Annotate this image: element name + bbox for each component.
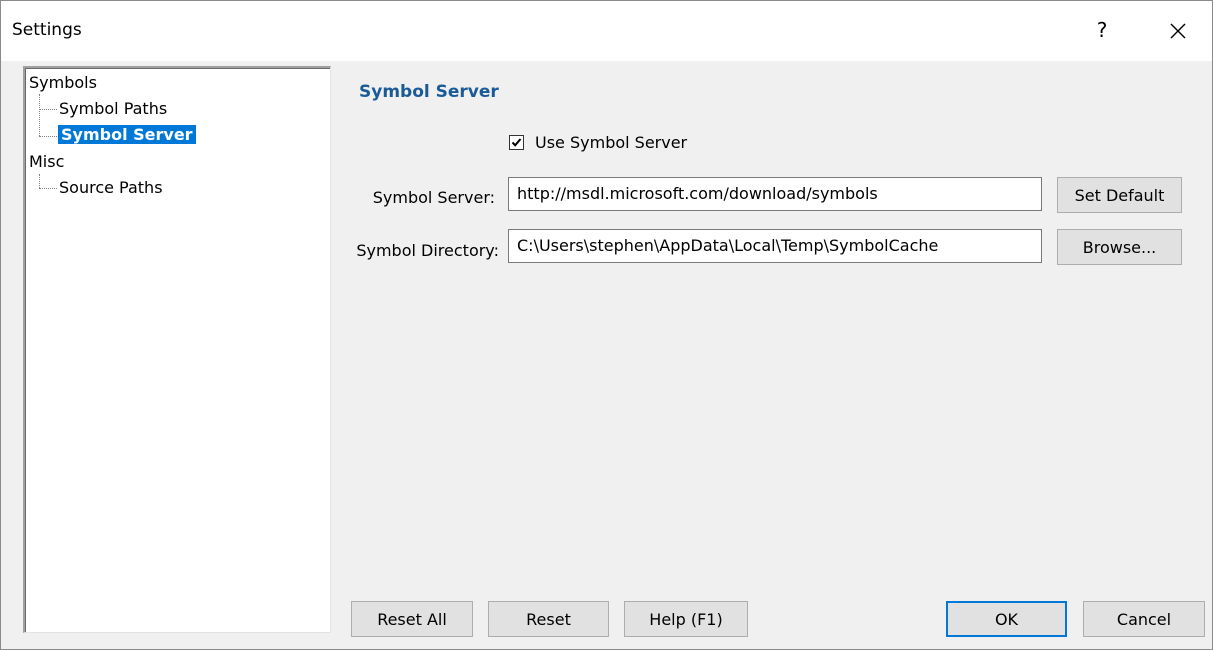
checkmark-icon [511, 138, 522, 147]
tree-node-label: Misc [29, 152, 65, 171]
set-default-button[interactable]: Set Default [1057, 177, 1182, 213]
reset-all-button[interactable]: Reset All [351, 601, 473, 637]
cancel-label: Cancel [1116, 609, 1172, 629]
checkbox-box[interactable] [509, 135, 524, 150]
symbol-directory-input[interactable]: C:\Users\stephen\AppData\Local\Temp\Symb… [508, 229, 1042, 263]
tree-node-label: Source Paths [59, 178, 163, 197]
set-default-label: Set Default [1074, 185, 1165, 205]
use-symbol-server-checkbox[interactable]: Use Symbol Server [509, 133, 687, 152]
symbol-server-label: Symbol Server: [372, 188, 495, 207]
tree-connector [39, 109, 57, 110]
help-button[interactable]: Help (F1) [624, 601, 748, 637]
tree-node-source-paths[interactable]: Source Paths [59, 176, 163, 200]
tree-node-symbol-server[interactable]: Symbol Server [58, 123, 196, 147]
tree-node-label: Symbol Paths [59, 99, 168, 118]
ok-button[interactable]: OK [946, 601, 1067, 637]
tree-connector [39, 174, 40, 188]
reset-label: Reset [526, 609, 571, 629]
help-glyph: ? [1096, 18, 1108, 42]
reset-button[interactable]: Reset [488, 601, 609, 637]
tree-connector [39, 188, 57, 189]
window-title: Settings [12, 20, 82, 40]
help-title-button[interactable]: ? [1087, 15, 1117, 45]
tree-node-misc[interactable]: Misc [29, 150, 64, 174]
tree-node-label: Symbols [29, 73, 97, 92]
settings-tree[interactable]: Symbols Symbol Paths Symbol Server Misc … [23, 66, 331, 633]
cancel-button[interactable]: Cancel [1083, 601, 1205, 637]
browse-button[interactable]: Browse... [1057, 229, 1182, 265]
symbol-directory-label: Symbol Directory: [356, 241, 499, 260]
title-bar: Settings ? [1, 1, 1212, 61]
section-title: Symbol Server [359, 82, 499, 102]
ok-label: OK [994, 609, 1019, 629]
help-label: Help (F1) [649, 609, 723, 629]
tree-connector [39, 94, 40, 136]
browse-label: Browse... [1082, 237, 1157, 257]
settings-dialog: Settings ? Symbols Symbol Paths Symbol S… [0, 0, 1213, 650]
reset-all-label: Reset All [377, 609, 447, 629]
symbol-server-input[interactable]: http://msdl.microsoft.com/download/symbo… [508, 177, 1042, 211]
tree-node-label: Symbol Server [58, 125, 196, 144]
close-icon [1170, 23, 1186, 39]
tree-connector [39, 136, 57, 137]
close-button[interactable] [1164, 17, 1192, 45]
checkbox-label: Use Symbol Server [535, 133, 688, 152]
tree-node-symbols[interactable]: Symbols [29, 71, 97, 95]
dialog-client: Symbols Symbol Paths Symbol Server Misc … [1, 61, 1212, 649]
tree-node-symbol-paths[interactable]: Symbol Paths [59, 97, 167, 121]
